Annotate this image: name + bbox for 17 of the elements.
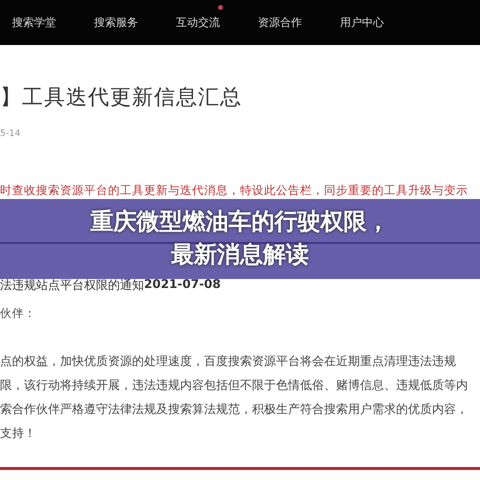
paragraph-line: 点的权益，加快优质资源的处理速度，百度搜索资源平台将会在近期重点清理违法违规 — [0, 353, 457, 370]
article-date: 5-14 — [0, 129, 22, 139]
headline-text: 最新消息解读 — [171, 241, 309, 270]
nav-link[interactable]: 互动交流 — [176, 15, 220, 30]
article-title: 】工具迭代更新信息汇总 — [0, 84, 243, 111]
paragraph-line: 索合作伙伴严格遵守法律法规及搜索算法规范，积极生产符合搜索用户需求的优质内容， — [0, 401, 469, 418]
nav-link[interactable]: 搜索服务 — [94, 15, 138, 30]
nav-link[interactable]: 资源合作 — [258, 15, 302, 30]
greeting-text: 伙伴： — [0, 306, 37, 321]
headline-text: 重庆微型燃油车的行驶权限， — [90, 208, 390, 237]
paragraph-line: 支持！ — [0, 425, 37, 442]
intro-text: 时查收搜索资源平台的工具更新与迭代消息，特设此公告栏，同步重要的工具升级与变示 — [0, 183, 469, 198]
nav-link[interactable]: 搜索学堂 — [12, 15, 56, 30]
notice-title: 法违规站点平台权限的通知 — [0, 277, 144, 294]
paragraph-line: 限，该行动将持续开展，违法违规内容包括但不限于色情低俗、赌博信息、违规低质等内 — [0, 377, 469, 394]
nav-link[interactable]: 用户中心 — [340, 15, 384, 30]
notice-date: 2021-07-08 — [144, 277, 221, 293]
